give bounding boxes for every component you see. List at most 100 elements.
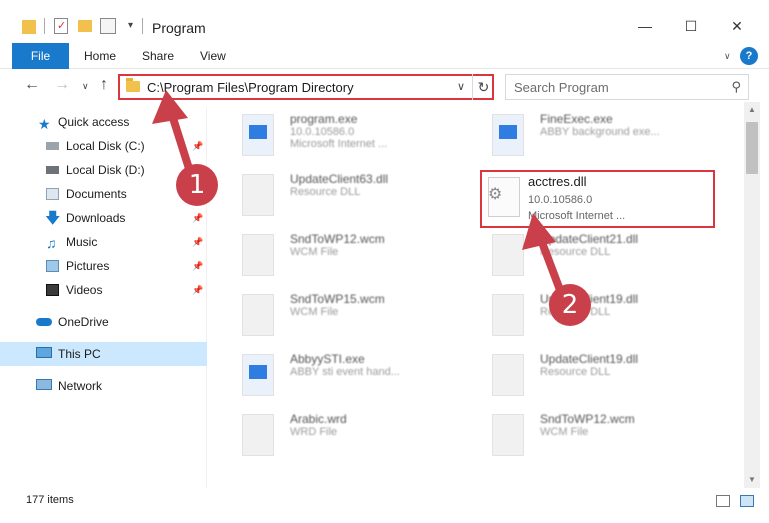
new-folder-icon[interactable] (78, 20, 92, 32)
file-name: UpdateClient63.dll (290, 172, 389, 186)
file-description: Microsoft Internet ... (528, 210, 626, 222)
chevron-down-icon[interactable]: ▾ (128, 20, 133, 38)
highlighted-file-item[interactable]: ⚙ acctres.dll 10.0.10586.0 Microsoft Int… (480, 170, 715, 228)
file-item[interactable]: FineExec.exe ABBY background exe... (478, 110, 718, 166)
tab-share[interactable]: Share (142, 43, 174, 69)
sidebar-item-pictures[interactable]: Pictures 📌 (0, 254, 207, 278)
file-item[interactable]: SndToWP12.wcm WCM File (478, 410, 718, 466)
search-box[interactable]: Search Program ⚲ (505, 74, 749, 100)
back-arrow-icon[interactable]: ← (24, 76, 40, 94)
file-detail: 10.0.10586.0 (290, 126, 355, 138)
sidebar-item-label: This PC (58, 347, 101, 361)
pin-icon[interactable]: 📌 (192, 206, 203, 230)
file-name: SndToWP12.wcm (540, 412, 635, 426)
forward-arrow-icon[interactable]: → (54, 76, 70, 94)
up-arrow-icon[interactable]: ↑ (100, 76, 108, 94)
scroll-thumb[interactable] (746, 122, 758, 174)
minimize-button[interactable]: — (622, 12, 668, 40)
scroll-up-icon[interactable]: ▲ (744, 102, 760, 118)
search-icon[interactable]: ⚲ (731, 79, 741, 95)
file-detail: Resource DLL (290, 186, 361, 198)
file-item[interactable]: UpdateClient19.dll Resource DLL (478, 290, 718, 346)
sidebar-item-network[interactable]: Network (0, 374, 207, 398)
pin-icon[interactable]: 📌 (192, 230, 203, 254)
exe-file-icon (242, 354, 274, 396)
dll-file-icon (492, 294, 524, 336)
step-badge-1: 1 (176, 164, 218, 206)
vertical-scrollbar[interactable]: ▲ ▼ (744, 102, 760, 488)
address-path[interactable]: C:\Program Files\Program Directory (147, 80, 354, 95)
sidebar-item-local-disk-c[interactable]: Local Disk (C:) 📌 (0, 134, 207, 158)
search-input[interactable]: Search Program (514, 80, 609, 95)
download-icon: 🡇 (45, 210, 61, 227)
ribbon-tabs: File Home Share View ∨ ? (0, 43, 769, 69)
sidebar-item-downloads[interactable]: 🡇 Downloads 📌 (0, 206, 207, 230)
pin-icon[interactable]: 📌 (192, 134, 203, 158)
folder-icon (22, 20, 36, 34)
file-item[interactable]: UpdateClient63.dll Resource DLL (228, 170, 468, 226)
file-name: acctres.dll (528, 174, 587, 189)
computer-icon (36, 347, 52, 358)
file-detail: WRD File (290, 426, 338, 438)
sidebar-item-label: Network (58, 379, 103, 393)
details-view-icon[interactable] (716, 495, 730, 507)
customize-quick-access-icon[interactable] (100, 18, 116, 34)
title-bar: ✓ ▾ Program — ☐ ✕ (0, 0, 769, 40)
music-icon: ♫ (46, 235, 57, 251)
gear-icon: ⚙ (488, 186, 503, 203)
file-item[interactable]: SndToWP12.wcm WCM File (228, 230, 468, 286)
sidebar-item-onedrive[interactable]: OneDrive (0, 310, 207, 334)
sidebar-item-label: Downloads (66, 211, 126, 225)
sidebar-item-label: Music (66, 235, 98, 249)
file-item[interactable]: Arabic.wrd WRD File (228, 410, 468, 466)
sidebar-item-label: OneDrive (58, 315, 109, 329)
file-detail: WCM File (290, 306, 339, 318)
recent-locations-chevron-icon[interactable]: ∨ (82, 81, 89, 92)
sidebar-item-music[interactable]: ♫ Music 📌 (0, 230, 207, 254)
properties-icon[interactable]: ✓ (54, 18, 68, 34)
file-item[interactable]: SndToWP15.wcm WCM File (228, 290, 468, 346)
file-detail: Resource DLL (540, 366, 611, 378)
refresh-icon[interactable]: ↻ (472, 74, 494, 100)
file-name: UpdateClient21.dll (540, 232, 639, 246)
pin-icon[interactable]: 📌 (192, 254, 203, 278)
file-name: Arabic.wrd (290, 412, 347, 426)
close-button[interactable]: ✕ (714, 12, 760, 40)
sidebar-item-label: Pictures (66, 259, 110, 273)
dll-file-icon (492, 234, 524, 276)
file-item[interactable]: program.exe 10.0.10586.0 Microsoft Inter… (228, 110, 468, 166)
separator (142, 18, 143, 34)
file-name: AbbyySTI.exe (290, 352, 365, 366)
maximize-button[interactable]: ☐ (668, 12, 714, 40)
file-detail: WCM File (540, 426, 589, 438)
exe-file-icon (242, 114, 274, 156)
file-item[interactable]: UpdateClient19.dll Resource DLL (478, 350, 718, 406)
file-detail: Microsoft Internet ... (290, 138, 388, 150)
sidebar-item-videos[interactable]: Videos 📌 (0, 278, 207, 302)
scroll-down-icon[interactable]: ▼ (744, 472, 760, 488)
drive-icon (46, 142, 59, 150)
sidebar-item-label: Videos (66, 283, 103, 297)
pin-icon[interactable]: 📌 (192, 278, 203, 302)
step-badge-2: 2 (549, 284, 591, 326)
expand-ribbon-icon[interactable]: ∨ (724, 51, 731, 62)
file-name: FineExec.exe (540, 112, 613, 126)
file-item[interactable]: AbbyySTI.exe ABBY sti event hand... (228, 350, 468, 406)
file-item[interactable]: UpdateClient21.dll Resource DLL (478, 230, 718, 286)
sidebar-item-this-pc[interactable]: This PC (0, 342, 207, 366)
tab-file[interactable]: File (12, 43, 69, 69)
document-file-icon (492, 414, 524, 456)
window-title: Program (152, 20, 206, 36)
sidebar-item-quick-access[interactable]: ★ Quick access (0, 110, 207, 134)
dll-file-icon (242, 174, 274, 216)
item-count: 177 items (26, 494, 74, 506)
dll-file-icon (492, 354, 524, 396)
navigation-pane: ★ Quick access Local Disk (C:) 📌 Local D… (0, 108, 207, 488)
help-button[interactable]: ? (740, 47, 758, 65)
tab-home[interactable]: Home (84, 43, 116, 69)
address-bar[interactable]: C:\Program Files\Program Directory ∨ ↻ (118, 74, 494, 100)
address-dropdown-icon[interactable]: ∨ (457, 80, 465, 93)
large-icons-view-icon[interactable] (740, 495, 754, 507)
videos-icon (46, 284, 59, 296)
tab-view[interactable]: View (200, 43, 226, 69)
